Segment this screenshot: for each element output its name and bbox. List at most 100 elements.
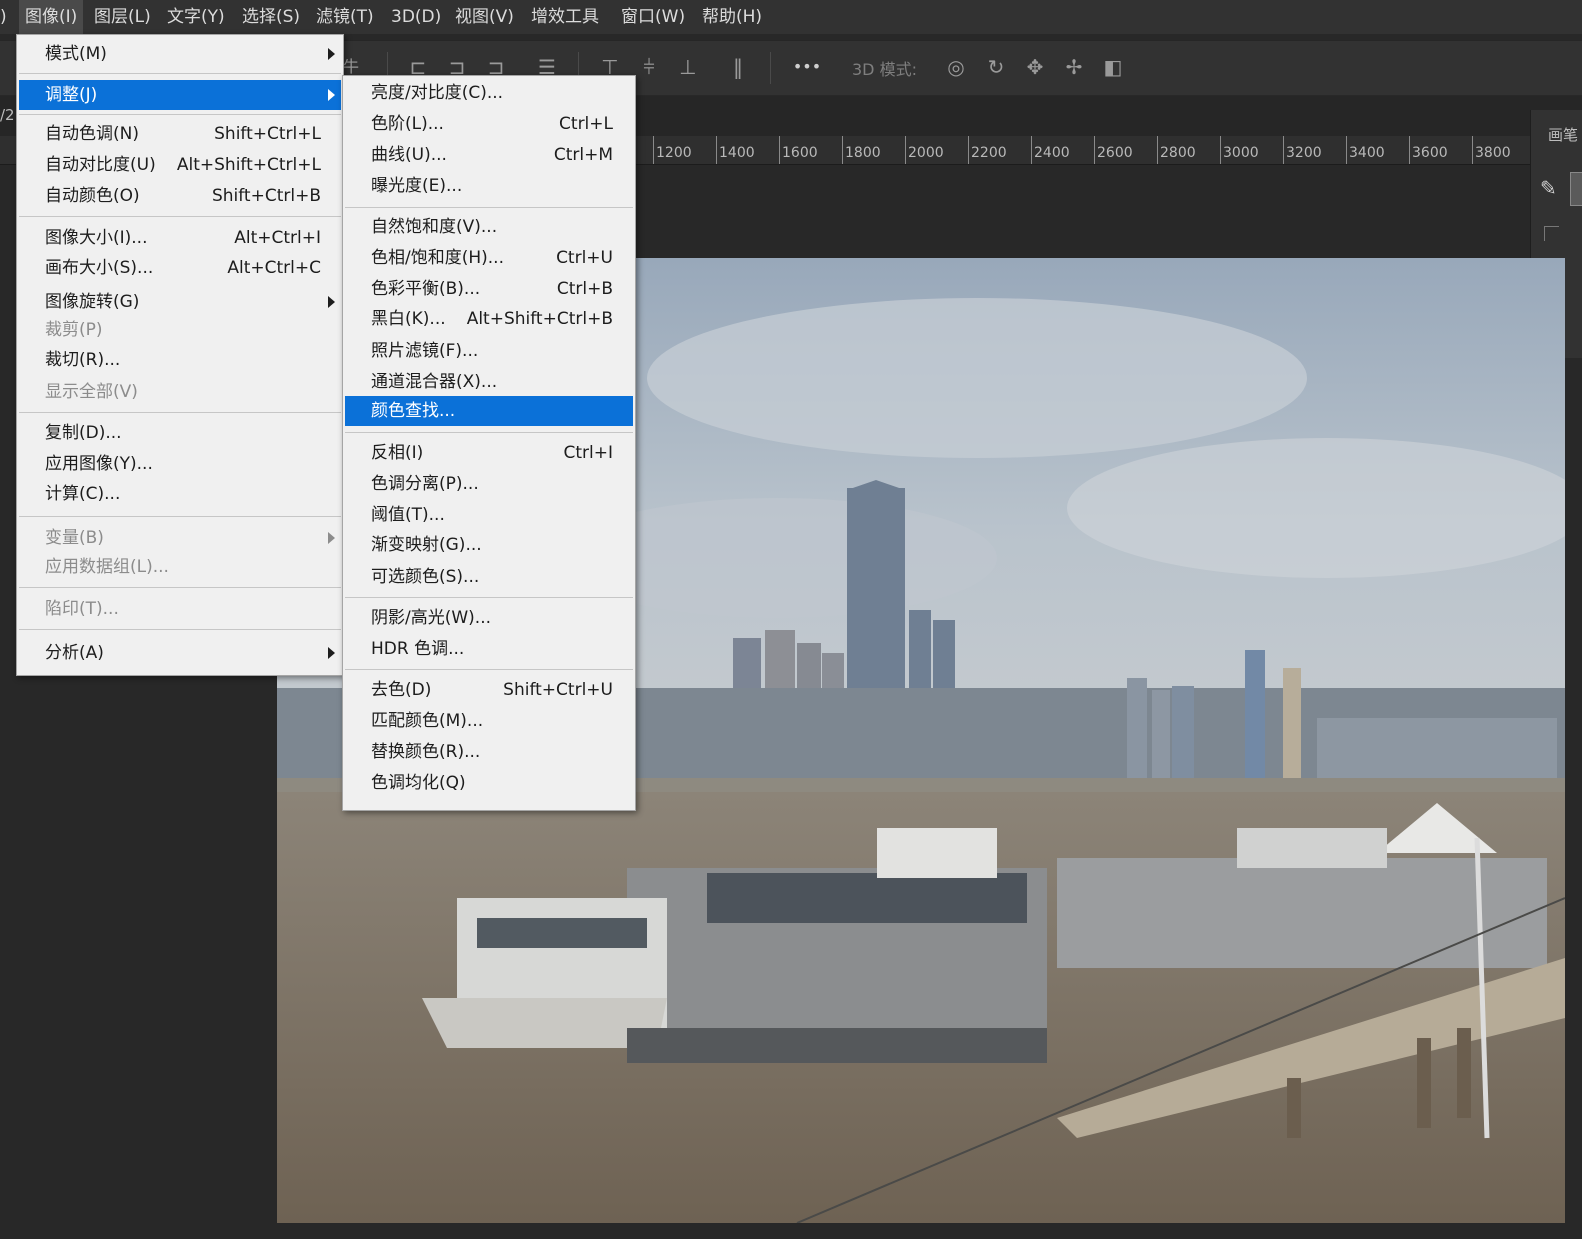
menu-item-trim[interactable]: 裁切(R)... xyxy=(19,345,341,375)
ruler-tick xyxy=(779,136,780,164)
menu-item-image-size[interactable]: 图像大小(I)... Alt+Ctrl+I xyxy=(19,223,341,253)
menu-item-color-balance[interactable]: 色彩平衡(B)... Ctrl+B xyxy=(345,274,633,304)
3d-roll-icon[interactable]: ↻ xyxy=(982,53,1010,81)
menu-item-crop: 裁剪(P) xyxy=(19,315,341,345)
menu-select[interactable]: 选择(S) xyxy=(236,0,306,34)
menu-item-label: 应用数据组(L)... xyxy=(45,557,169,577)
menu-item-label: 模式(M) xyxy=(45,44,107,64)
menu-item-image-rotation[interactable]: 图像旋转(G) xyxy=(19,287,341,317)
menu-separator xyxy=(19,587,341,588)
menu-item-label: 曲线(U)... xyxy=(371,145,447,165)
ruler-label: 3400 xyxy=(1349,145,1385,161)
menu-bar: ) 图像(I) 图层(L) 文字(Y) 选择(S) 滤镜(T) 3D(D) 视图… xyxy=(0,0,1582,34)
menu-item-apply-image[interactable]: 应用图像(Y)... xyxy=(19,449,341,479)
menu-item-equalize[interactable]: 色调均化(Q) xyxy=(345,768,633,798)
submenu-arrow-icon xyxy=(328,89,335,101)
menu-item-canvas-size[interactable]: 画布大小(S)... Alt+Ctrl+C xyxy=(19,253,341,283)
menu-3d[interactable]: 3D(D) xyxy=(385,0,447,34)
menu-plugins[interactable]: 增效工具 xyxy=(525,0,605,34)
menu-item-match-color[interactable]: 匹配颜色(M)... xyxy=(345,706,633,736)
menu-item-hue-saturation[interactable]: 色相/饱和度(H)... Ctrl+U xyxy=(345,243,633,273)
align-bottom-icon[interactable]: ⊥ xyxy=(674,53,702,81)
menu-item-threshold[interactable]: 阈值(T)... xyxy=(345,500,633,530)
menu-item-label: 自动对比度(U) xyxy=(45,155,156,175)
brush-icon[interactable]: ✎ xyxy=(1540,176,1557,200)
menu-item-selective-color[interactable]: 可选颜色(S)... xyxy=(345,562,633,592)
3d-orbit-icon[interactable]: ◎ xyxy=(942,53,970,81)
menu-item-label: 可选颜色(S)... xyxy=(371,567,480,587)
menu-item-label: 去色(D) xyxy=(371,680,432,700)
menu-item-label: 陷印(T)... xyxy=(45,599,119,619)
menu-item-label: 渐变映射(G)... xyxy=(371,535,482,555)
menu-item-black-white[interactable]: 黑白(K)... Alt+Shift+Ctrl+B xyxy=(345,304,633,334)
menu-item-label: HDR 色调... xyxy=(371,639,465,659)
distribute-vertical-icon[interactable]: ‖ xyxy=(724,53,752,81)
menu-item-trap: 陷印(T)... xyxy=(19,594,341,624)
menu-item-adjustments[interactable]: 调整(J) xyxy=(19,80,341,110)
menu-item-auto-contrast[interactable]: 自动对比度(U) Alt+Shift+Ctrl+L xyxy=(19,150,341,180)
3d-mode-label: 3D 模式: xyxy=(852,60,917,79)
menu-item-desaturate[interactable]: 去色(D) Shift+Ctrl+U xyxy=(345,675,633,705)
menu-separator xyxy=(19,629,341,630)
menu-item-shadows-highlights[interactable]: 阴影/高光(W)... xyxy=(345,603,633,633)
menu-item-label: 颜色查找... xyxy=(371,401,456,421)
adjustments-submenu: 亮度/对比度(C)... 色阶(L)... Ctrl+L 曲线(U)... Ctrl… xyxy=(342,75,636,811)
submenu-arrow-icon xyxy=(328,296,335,308)
menu-type[interactable]: 文字(Y) xyxy=(161,0,231,34)
menu-item-hdr-toning[interactable]: HDR 色调... xyxy=(345,634,633,664)
menu-item-channel-mixer[interactable]: 通道混合器(X)... xyxy=(345,367,633,397)
ruler-tick xyxy=(653,136,654,164)
menu-item-color-lookup[interactable]: 颜色查找... xyxy=(345,396,633,426)
menu-item-posterize[interactable]: 色调分离(P)... xyxy=(345,469,633,499)
menu-help[interactable]: 帮助(H) xyxy=(696,0,768,34)
menu-item-variables: 变量(B) xyxy=(19,523,341,553)
ruler-label: 2800 xyxy=(1160,145,1196,161)
brush-preview-thumbnail[interactable] xyxy=(1570,172,1582,206)
menu-file-fragment[interactable]: ) xyxy=(0,0,13,34)
menu-image[interactable]: 图像(I) xyxy=(19,0,84,34)
menu-item-vibrance[interactable]: 自然饱和度(V)... xyxy=(345,212,633,242)
menu-item-calculations[interactable]: 计算(C)... xyxy=(19,479,341,509)
3d-pan-icon[interactable]: ✥ xyxy=(1021,53,1049,81)
menu-item-levels[interactable]: 色阶(L)... Ctrl+L xyxy=(345,109,633,139)
image-menu: 模式(M) 调整(J) 自动色调(N) Shift+Ctrl+L 自动对比度(U)… xyxy=(16,34,344,676)
more-options-icon[interactable]: ••• xyxy=(790,53,824,81)
menu-item-brightness-contrast[interactable]: 亮度/对比度(C)... xyxy=(345,78,633,108)
3d-slide-icon[interactable]: ✢ xyxy=(1060,53,1088,81)
ruler-label: 1600 xyxy=(782,145,818,161)
menu-item-replace-color[interactable]: 替换颜色(R)... xyxy=(345,737,633,767)
menu-item-auto-tone[interactable]: 自动色调(N) Shift+Ctrl+L xyxy=(19,119,341,149)
menu-item-curves[interactable]: 曲线(U)... Ctrl+M xyxy=(345,140,633,170)
brush-panel-title[interactable]: 画笔 xyxy=(1548,124,1578,145)
submenu-arrow-icon xyxy=(328,647,335,659)
menu-window[interactable]: 窗口(W) xyxy=(615,0,691,34)
menu-layer[interactable]: 图层(L) xyxy=(88,0,157,34)
ruler-tick xyxy=(1031,136,1032,164)
menu-item-label: 色相/饱和度(H)... xyxy=(371,248,504,268)
menu-separator xyxy=(19,216,341,217)
menu-filter[interactable]: 滤镜(T) xyxy=(310,0,380,34)
menu-item-auto-color[interactable]: 自动颜色(O) Shift+Ctrl+B xyxy=(19,181,341,211)
submenu-arrow-icon xyxy=(328,48,335,60)
menu-item-gradient-map[interactable]: 渐变映射(G)... xyxy=(345,530,633,560)
menu-item-label: 色阶(L)... xyxy=(371,114,444,134)
menu-item-analysis[interactable]: 分析(A) xyxy=(19,638,341,668)
ruler-tick xyxy=(1409,136,1410,164)
menu-item-duplicate[interactable]: 复制(D)... xyxy=(19,418,341,448)
align-vcenter-icon[interactable]: ⫩ xyxy=(635,53,663,81)
menu-item-label: 显示全部(V) xyxy=(45,382,138,402)
menu-item-invert[interactable]: 反相(I) Ctrl+I xyxy=(345,438,633,468)
menu-separator xyxy=(19,73,341,74)
menu-item-label: 分析(A) xyxy=(45,643,104,663)
ruler-label: 1400 xyxy=(719,145,755,161)
menu-view[interactable]: 视图(V) xyxy=(449,0,520,34)
3d-camera-icon[interactable]: ◧ xyxy=(1099,53,1127,81)
ruler-tick xyxy=(1472,136,1473,164)
menu-item-mode[interactable]: 模式(M) xyxy=(19,39,341,69)
menu-item-exposure[interactable]: 曝光度(E)... xyxy=(345,171,633,201)
ruler-label: 2400 xyxy=(1034,145,1070,161)
menu-separator xyxy=(19,114,341,115)
menu-item-shortcut: Alt+Shift+Ctrl+L xyxy=(176,155,321,175)
toolbar-divider xyxy=(770,52,771,84)
menu-item-photo-filter[interactable]: 照片滤镜(F)... xyxy=(345,336,633,366)
